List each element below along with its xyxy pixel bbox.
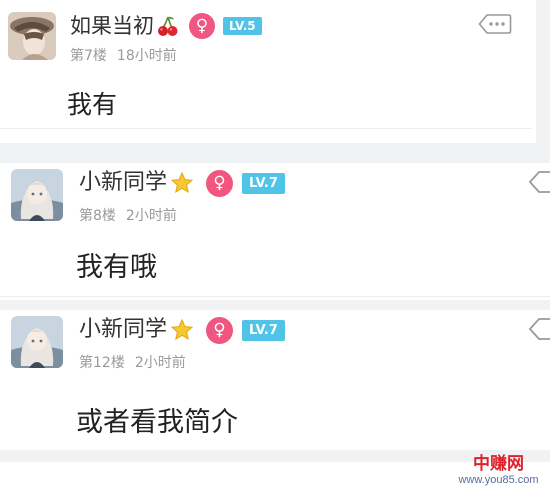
username[interactable]: 小新同学 [79, 319, 167, 341]
star-icon [170, 318, 194, 342]
user-info-row: 如果当初 ♀ LV.5 [70, 12, 262, 40]
user-avatar[interactable] [11, 316, 63, 368]
avatar-image [11, 316, 63, 368]
level-badge: LV.7 [242, 319, 285, 341]
comment-text: 我有 [67, 90, 118, 119]
level-badge: LV.7 [242, 172, 285, 194]
more-options-icon[interactable] [528, 170, 550, 194]
watermark-url: www.you85.com [458, 474, 539, 486]
divider [0, 296, 550, 297]
more-options-icon[interactable] [528, 317, 550, 341]
comment-post: 小新同学 ♀ LV.7 第12楼 2小时前 或者看我简介 [0, 310, 550, 450]
more-options-icon[interactable] [478, 13, 512, 35]
comment-post: 如果当初 ♀ LV.5 第7楼 18小时前 我有 [0, 0, 536, 143]
comment-post: 小新同学 ♀ LV.7 第8楼 2小时前 我有哦 [0, 163, 550, 300]
floor-number: 第7楼 [70, 48, 107, 64]
username[interactable]: 小新同学 [79, 172, 167, 194]
user-info-row: 小新同学 ♀ LV.7 [79, 314, 285, 346]
watermark-title: 中赚网 [473, 454, 524, 474]
site-watermark: 中赚网 www.you85.com [447, 456, 550, 486]
comment-text: 我有哦 [76, 252, 157, 283]
user-avatar[interactable] [8, 12, 56, 60]
floor-number: 第12楼 [79, 355, 125, 371]
divider [0, 128, 532, 129]
user-info-row: 小新同学 ♀ LV.7 [79, 167, 285, 199]
username[interactable]: 如果当初 [70, 15, 154, 37]
female-icon: ♀ [189, 13, 215, 39]
post-time: 18小时前 [116, 48, 177, 64]
user-avatar[interactable] [11, 169, 63, 221]
avatar-image [11, 169, 63, 221]
avatar-image [8, 12, 56, 60]
female-icon: ♀ [206, 169, 234, 197]
post-meta: 第8楼 2小时前 [79, 205, 177, 225]
level-badge: LV.5 [223, 17, 262, 35]
female-icon: ♀ [206, 316, 234, 344]
floor-number: 第8楼 [79, 208, 116, 224]
cherry-icon [157, 15, 179, 37]
post-time: 2小时前 [125, 208, 177, 224]
post-meta: 第12楼 2小时前 [79, 352, 186, 372]
star-icon [170, 171, 194, 195]
comment-text: 或者看我简介 [76, 407, 238, 438]
post-meta: 第7楼 18小时前 [70, 45, 177, 65]
post-time: 2小时前 [134, 355, 186, 371]
